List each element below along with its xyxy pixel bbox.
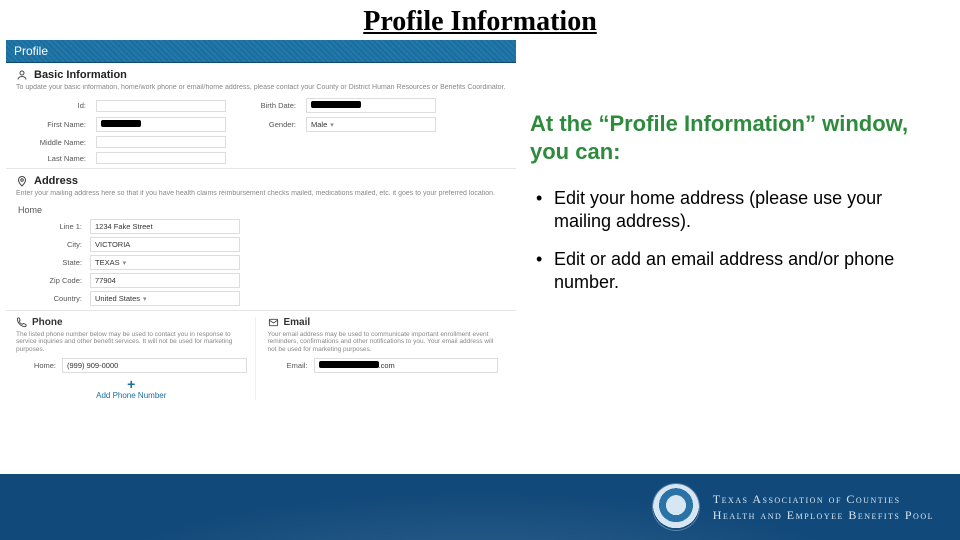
firstname-field[interactable] [96,117,226,132]
list-item: Edit or add an email address and/or phon… [534,248,930,295]
gender-field[interactable]: Male▾ [306,117,436,132]
seal-icon [653,484,699,530]
lastname-label: Last Name: [16,154,86,163]
city-label: City: [22,240,82,249]
zip-label: Zip Code: [22,276,82,285]
content-row: Profile Basic Information To update your… [0,40,960,470]
mail-icon [268,317,279,328]
section-title-basic-label: Basic Information [34,69,127,81]
section-title-basic: Basic Information [16,69,506,81]
profile-screenshot: Profile Basic Information To update your… [6,40,516,406]
section-address: Address Enter your mailing address here … [6,169,516,310]
gender-label: Gender: [236,120,296,129]
line1-field[interactable]: 1234 Fake Street [90,219,240,234]
email-desc: Your email address may be used to commun… [268,331,499,353]
chevron-down-icon: ▾ [120,260,127,267]
section-desc-address: Enter your mailing address here so that … [16,190,506,198]
window-header: Profile [6,40,516,63]
instructions-list: Edit your home address (please use your … [530,187,930,295]
chevron-down-icon: ▾ [327,122,334,129]
section-title-address-label: Address [34,175,78,187]
section-desc-basic: To update your basic information, home/w… [16,84,506,92]
section-phone-email: Phone The listed phone number below may … [6,311,516,406]
person-icon [16,69,28,81]
add-phone-label: Add Phone Number [96,391,166,400]
list-item: Edit your home address (please use your … [534,187,930,234]
lastname-field[interactable] [96,152,226,164]
basic-form: Id: Birth Date: First Name: Gender: Male… [16,98,506,164]
country-field[interactable]: United States▾ [90,291,240,306]
zip-field[interactable]: 77904 [90,273,240,288]
pin-icon [16,175,28,187]
phone-desc: The listed phone number below may be use… [16,331,247,353]
state-field[interactable]: TEXAS▾ [90,255,240,270]
address-form: Line 1: 1234 Fake Street City: VICTORIA … [22,219,506,306]
email-label: Email: [268,361,308,370]
section-title-phone-label: Phone [32,317,63,328]
email-field[interactable]: .com [314,358,499,373]
plus-icon: + [16,377,247,391]
birthdate-label: Birth Date: [236,101,296,110]
instructions-heading: At the “Profile Information” window, you… [530,110,930,165]
state-label: State: [22,258,82,267]
section-title-email: Email [268,317,499,328]
line1-label: Line 1: [22,222,82,231]
org-line1: Texas Association of Counties [713,491,934,507]
footer: Texas Association of Counties Health and… [0,474,960,540]
chevron-down-icon: ▾ [140,296,147,303]
slide-title: Profile Information [0,0,960,40]
firstname-label: First Name: [16,120,86,129]
email-column: Email Your email address may be used to … [268,317,507,400]
id-label: Id: [16,101,86,110]
section-basic-info: Basic Information To update your basic i… [6,63,516,169]
address-subtitle: Home [18,205,506,215]
section-title-phone: Phone [16,317,247,328]
phone-column: Phone The listed phone number below may … [16,317,256,400]
id-field[interactable] [96,100,226,112]
org-line2: Health and Employee Benefits Pool [713,507,934,523]
instructions-panel: At the “Profile Information” window, you… [520,40,960,470]
middlename-field[interactable] [96,136,226,148]
section-title-email-label: Email [284,317,311,328]
org-name: Texas Association of Counties Health and… [713,491,934,523]
phone-home-field[interactable]: (999) 909-0000 [62,358,247,373]
phone-icon [16,317,27,328]
screenshot-panel: Profile Basic Information To update your… [0,40,520,470]
middlename-label: Middle Name: [16,138,86,147]
birthdate-field[interactable] [306,98,436,113]
country-label: Country: [22,294,82,303]
city-field[interactable]: VICTORIA [90,237,240,252]
phone-home-label: Home: [16,361,56,370]
section-title-address: Address [16,175,506,187]
add-phone-button[interactable]: + Add Phone Number [16,377,247,400]
